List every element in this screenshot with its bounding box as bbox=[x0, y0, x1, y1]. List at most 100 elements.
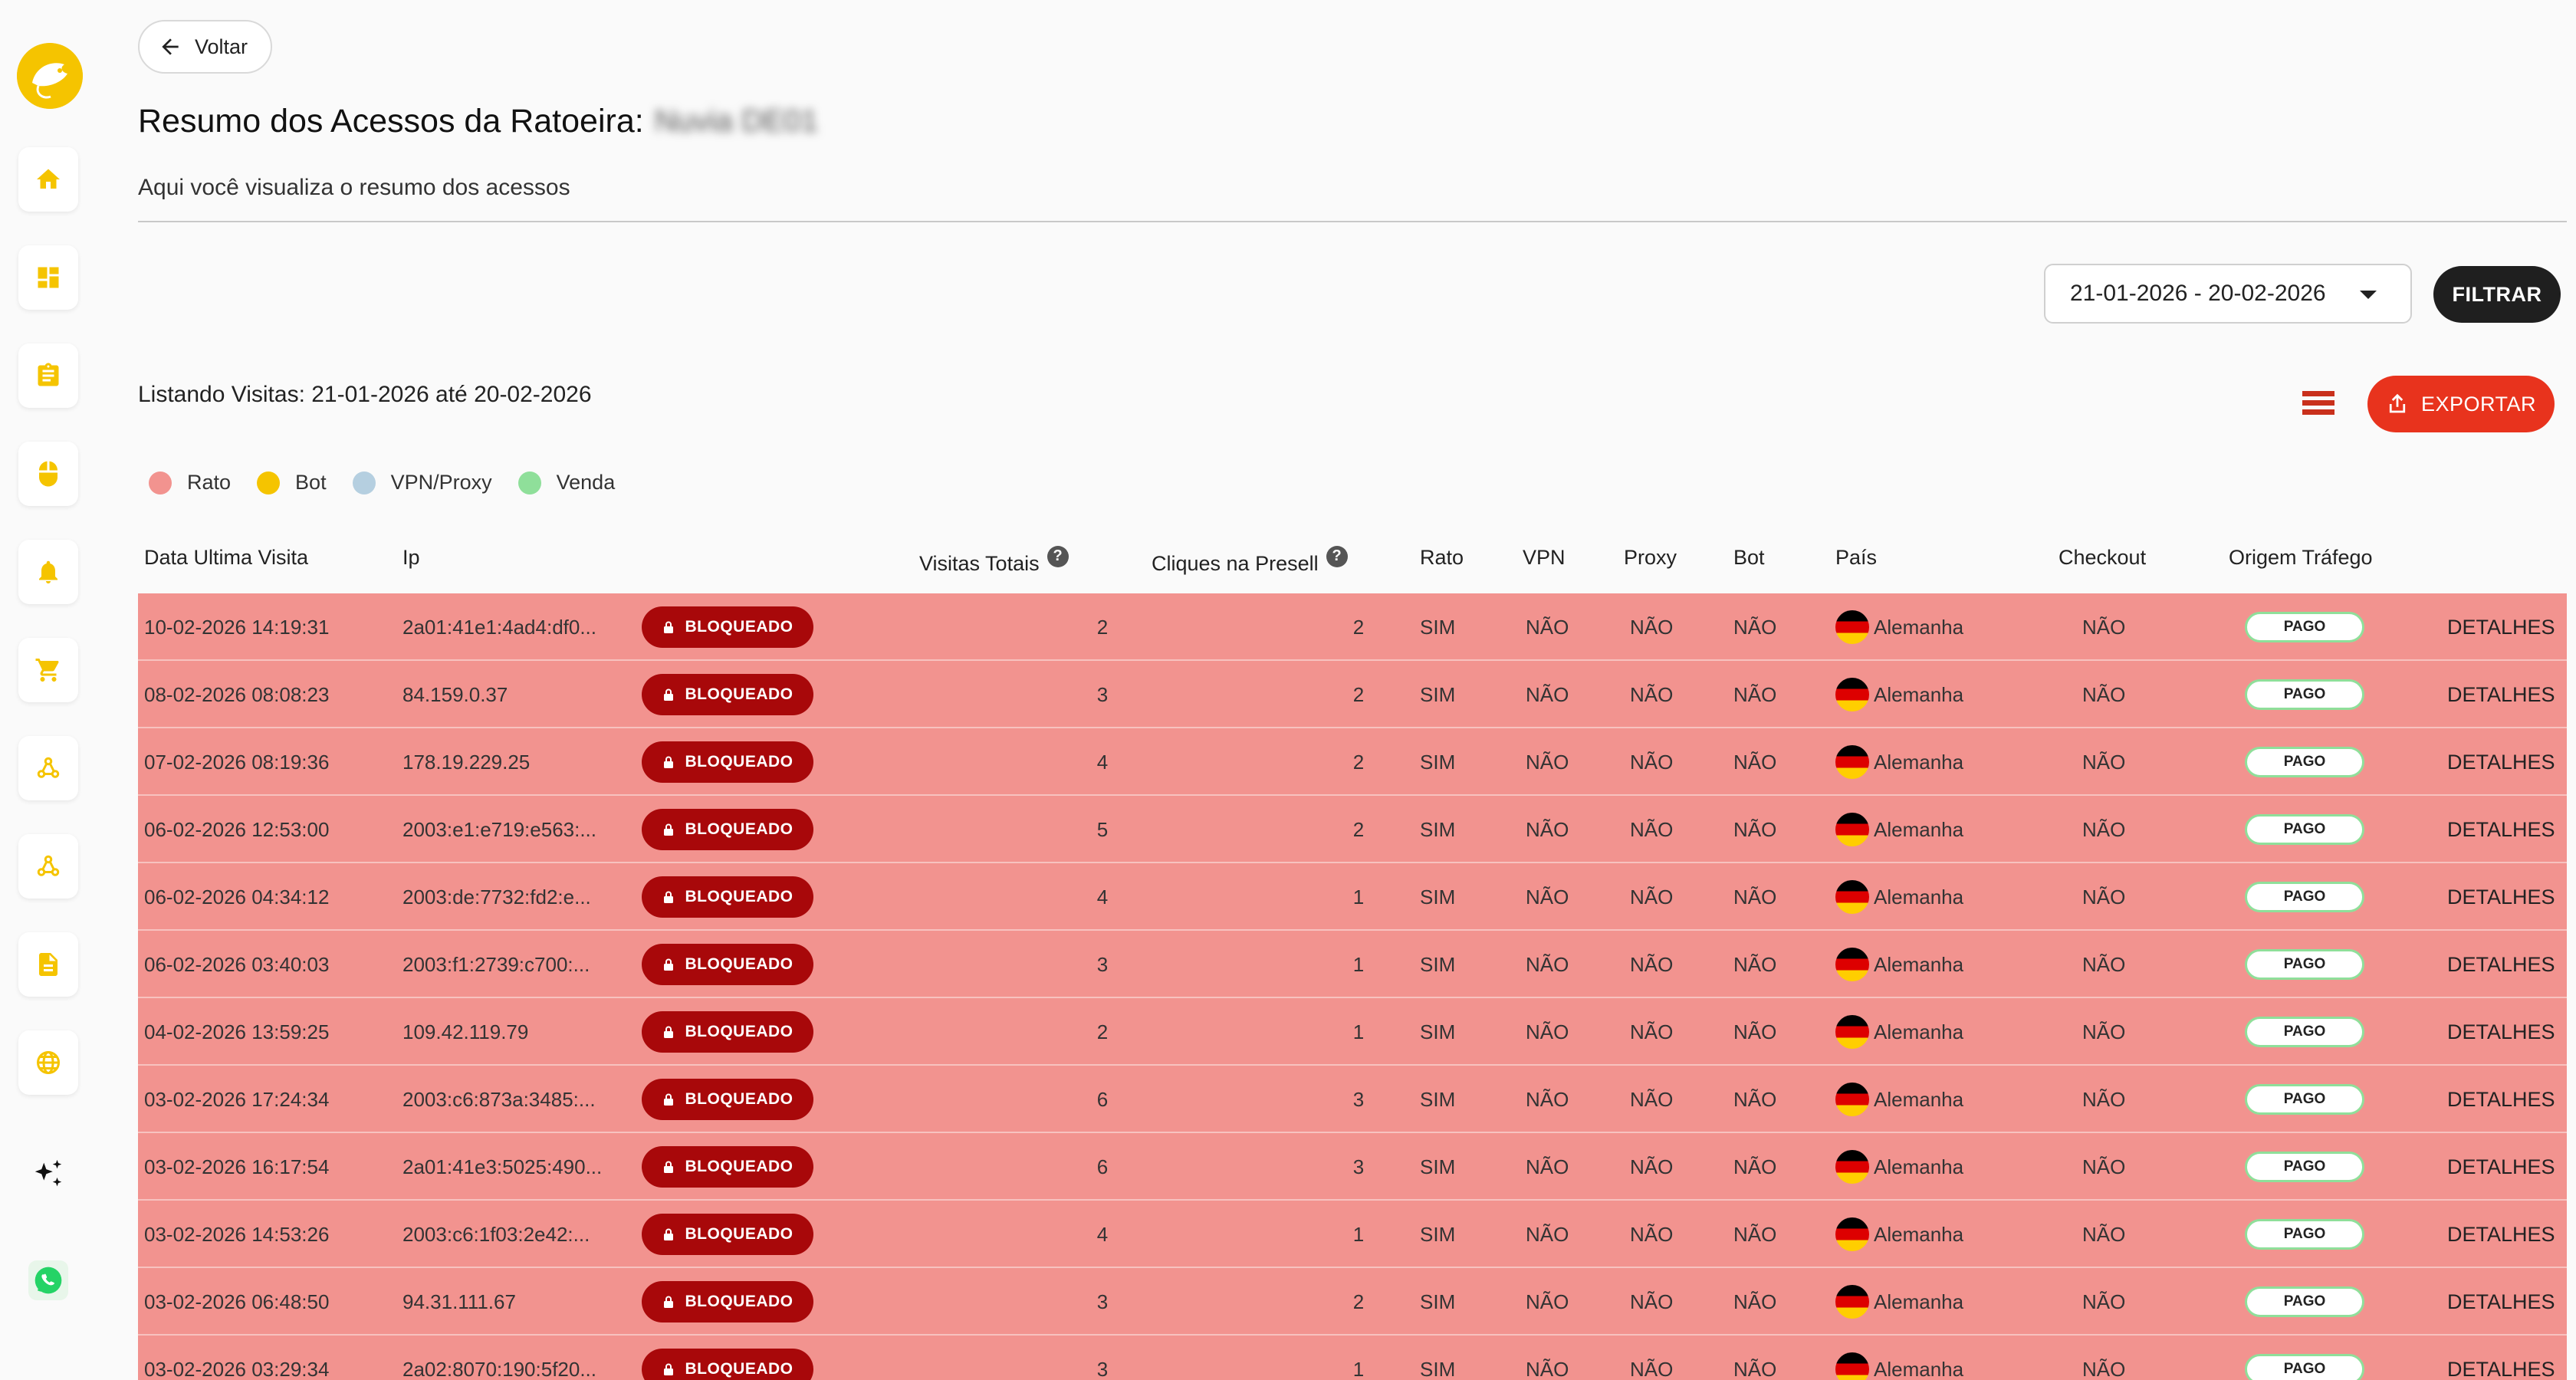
header-visits[interactable]: Visitas Totais? bbox=[919, 545, 1069, 576]
header-proxy-label: Proxy bbox=[1624, 546, 1677, 569]
cell-clicks: 1 bbox=[1352, 885, 1365, 909]
cell-rato: SIM bbox=[1420, 615, 1456, 639]
table-row[interactable]: 08-02-2026 08:08:23 84.159.0.37 BLOQUEAD… bbox=[138, 661, 2567, 728]
cell-status: BLOQUEADO bbox=[642, 998, 813, 1066]
traffic-origin-badge: PAGO bbox=[2245, 1084, 2364, 1115]
main-content: Voltar Resumo dos Acessos da Ratoeira: N… bbox=[138, 0, 2576, 1380]
cell-clicks: 1 bbox=[1352, 1357, 1365, 1380]
header-country[interactable]: País bbox=[1835, 546, 1877, 570]
table-row[interactable]: 03-02-2026 14:53:26 2003:c6:1f03:2e42:..… bbox=[138, 1201, 2567, 1268]
sidebar-item-dashboard[interactable] bbox=[18, 245, 78, 310]
app-logo[interactable] bbox=[17, 43, 83, 109]
dashboard-icon bbox=[38, 267, 59, 288]
header-vpn[interactable]: VPN bbox=[1523, 546, 1566, 570]
cell-vpn: NÃO bbox=[1526, 1155, 1569, 1178]
traffic-origin-badge: PAGO bbox=[2245, 814, 2364, 845]
header-checkout[interactable]: Checkout bbox=[2058, 546, 2146, 570]
cell-visits: 4 bbox=[1096, 885, 1109, 909]
blocked-badge[interactable]: BLOQUEADO bbox=[642, 1281, 813, 1322]
table-row[interactable]: 03-02-2026 17:24:34 2003:c6:873a:3485:..… bbox=[138, 1066, 2567, 1133]
sidebar bbox=[0, 0, 100, 1380]
blocked-badge[interactable]: BLOQUEADO bbox=[642, 876, 813, 918]
header-clicks[interactable]: Cliques na Presell? bbox=[1152, 545, 1348, 576]
blocked-badge[interactable]: BLOQUEADO bbox=[642, 674, 813, 715]
header-date[interactable]: Data Ultima Visita bbox=[144, 546, 308, 570]
back-button-label: Voltar bbox=[195, 34, 248, 58]
blocked-badge[interactable]: BLOQUEADO bbox=[642, 1146, 813, 1188]
cell-clicks: 1 bbox=[1352, 952, 1365, 976]
lock-icon bbox=[663, 1161, 673, 1173]
cell-ip: 109.42.119.79 bbox=[402, 1020, 529, 1043]
cell-date: 03-02-2026 16:17:54 bbox=[144, 1155, 330, 1178]
blocked-badge[interactable]: BLOQUEADO bbox=[642, 809, 813, 850]
blocked-badge[interactable]: BLOQUEADO bbox=[642, 944, 813, 985]
cell-status: BLOQUEADO bbox=[642, 1336, 813, 1380]
cell-status: BLOQUEADO bbox=[642, 931, 813, 998]
details-link[interactable]: DETALHES bbox=[2447, 931, 2555, 998]
details-link[interactable]: DETALHES bbox=[2447, 1066, 2555, 1133]
table-row[interactable]: 06-02-2026 04:34:12 2003:de:7732:fd2:e..… bbox=[138, 863, 2567, 931]
sidebar-item-sales[interactable] bbox=[18, 638, 78, 702]
details-link[interactable]: DETALHES bbox=[2447, 1268, 2555, 1336]
blocked-badge-label: BLOQUEADO bbox=[685, 1360, 794, 1378]
cell-country: Alemanha bbox=[1835, 796, 1963, 863]
table-row[interactable]: 03-02-2026 16:17:54 2a01:41e3:5025:490..… bbox=[138, 1133, 2567, 1201]
header-ip[interactable]: Ip bbox=[402, 546, 420, 570]
details-link[interactable]: DETALHES bbox=[2447, 593, 2555, 661]
table-row[interactable]: 10-02-2026 14:19:31 2a01:41e1:4ad4:df0..… bbox=[138, 593, 2567, 661]
blocked-badge[interactable]: BLOQUEADO bbox=[642, 1349, 813, 1380]
sidebar-item-whatsapp[interactable] bbox=[18, 1248, 78, 1313]
header-bot[interactable]: Bot bbox=[1733, 546, 1765, 570]
sidebar-item-documents[interactable] bbox=[18, 932, 78, 997]
cell-rato: SIM bbox=[1420, 1087, 1456, 1111]
sidebar-item-domains[interactable] bbox=[18, 1030, 78, 1095]
germany-flag-icon bbox=[1835, 880, 1869, 914]
blocked-badge[interactable]: BLOQUEADO bbox=[642, 1214, 813, 1255]
details-link[interactable]: DETALHES bbox=[2447, 796, 2555, 863]
back-button[interactable]: Voltar bbox=[138, 20, 273, 74]
blocked-badge[interactable]: BLOQUEADO bbox=[642, 606, 813, 648]
header-clicks-label: Cliques na Presell bbox=[1152, 552, 1319, 575]
table-row[interactable]: 03-02-2026 03:29:34 2a02:8070:190:5f20..… bbox=[138, 1336, 2567, 1380]
details-link[interactable]: DETALHES bbox=[2447, 1201, 2555, 1268]
help-icon[interactable]: ? bbox=[1046, 545, 1069, 567]
details-link[interactable]: DETALHES bbox=[2447, 863, 2555, 931]
table-row[interactable]: 07-02-2026 08:19:36 178.19.229.25 BLOQUE… bbox=[138, 728, 2567, 796]
details-link[interactable]: DETALHES bbox=[2447, 661, 2555, 728]
table-row[interactable]: 06-02-2026 12:53:00 2003:e1:e719:e563:..… bbox=[138, 796, 2567, 863]
filter-button[interactable]: FILTRAR bbox=[2433, 266, 2561, 323]
cell-proxy: NÃO bbox=[1630, 682, 1674, 706]
details-link[interactable]: DETALHES bbox=[2447, 998, 2555, 1066]
table-row[interactable]: 06-02-2026 03:40:03 2003:f1:2739:c700:..… bbox=[138, 931, 2567, 998]
sidebar-item-webhooks[interactable] bbox=[18, 736, 78, 800]
blocked-badge[interactable]: BLOQUEADO bbox=[642, 1011, 813, 1053]
blocked-badge[interactable]: BLOQUEADO bbox=[642, 741, 813, 783]
table-row[interactable]: 04-02-2026 13:59:25 109.42.119.79 BLOQUE… bbox=[138, 998, 2567, 1066]
table-row[interactable]: 03-02-2026 06:48:50 94.31.111.67 BLOQUEA… bbox=[138, 1268, 2567, 1336]
details-link[interactable]: DETALHES bbox=[2447, 1133, 2555, 1201]
cell-status: BLOQUEADO bbox=[642, 796, 813, 863]
date-range-select[interactable]: 21-01-2026 - 20-02-2026 bbox=[2044, 264, 2412, 324]
sidebar-item-clicks[interactable] bbox=[18, 442, 78, 506]
rows-menu-icon[interactable] bbox=[2302, 389, 2334, 417]
sidebar-item-integrations[interactable] bbox=[18, 834, 78, 899]
help-icon[interactable]: ? bbox=[1326, 545, 1348, 567]
sidebar-item-home[interactable] bbox=[18, 147, 78, 212]
export-button[interactable]: EXPORTAR bbox=[2367, 376, 2555, 432]
country-name: Alemanha bbox=[1874, 952, 1964, 976]
details-link[interactable]: DETALHES bbox=[2447, 1336, 2555, 1380]
sidebar-item-reports[interactable] bbox=[18, 343, 78, 408]
sidebar-item-notifications[interactable] bbox=[18, 540, 78, 604]
traffic-origin-badge: PAGO bbox=[2245, 679, 2364, 710]
header-rato[interactable]: Rato bbox=[1420, 546, 1464, 570]
blocked-badge[interactable]: BLOQUEADO bbox=[642, 1079, 813, 1120]
traffic-origin-badge: PAGO bbox=[2245, 949, 2364, 980]
cell-checkout: NÃO bbox=[2082, 1222, 2126, 1246]
details-link[interactable]: DETALHES bbox=[2447, 728, 2555, 796]
blocked-badge-label: BLOQUEADO bbox=[685, 820, 794, 838]
header-origin[interactable]: Origem Tráfego bbox=[2229, 546, 2373, 570]
header-proxy[interactable]: Proxy bbox=[1624, 546, 1677, 570]
sidebar-item-ai[interactable] bbox=[18, 1142, 78, 1207]
cell-bot: NÃO bbox=[1733, 750, 1777, 774]
cell-origin: PAGO bbox=[2245, 1133, 2364, 1201]
